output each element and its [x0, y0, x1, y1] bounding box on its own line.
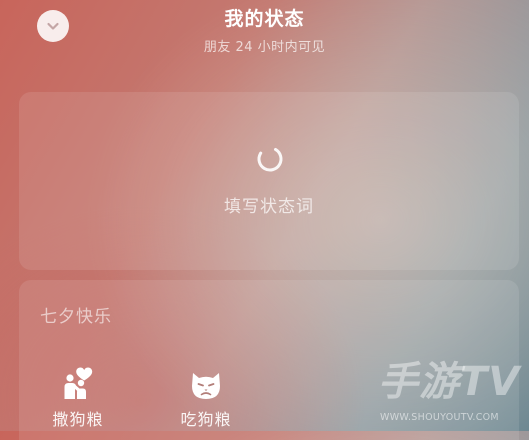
- status-item-chi-gouliang[interactable]: 吃狗粮: [170, 366, 242, 430]
- status-input-card[interactable]: 填写状态词: [19, 92, 519, 270]
- status-item-label: 吃狗粮: [180, 410, 232, 429]
- visibility-note: 朋友 24 小时内可见: [203, 40, 326, 55]
- status-placeholder: 填写状态词: [224, 197, 314, 217]
- status-item-label: 撒狗粮: [52, 410, 104, 429]
- status-category-card: 七夕快乐 撒狗粮 吃狗粮: [19, 280, 519, 440]
- spinner-icon: [257, 146, 283, 172]
- category-title: 七夕快乐: [40, 307, 112, 327]
- status-item-sa-gouliang[interactable]: 撒狗粮: [42, 366, 114, 430]
- grumpy-cat-icon: [192, 373, 220, 399]
- couple-heart-icon: [64, 367, 93, 399]
- page-title: 我的状态: [224, 8, 305, 30]
